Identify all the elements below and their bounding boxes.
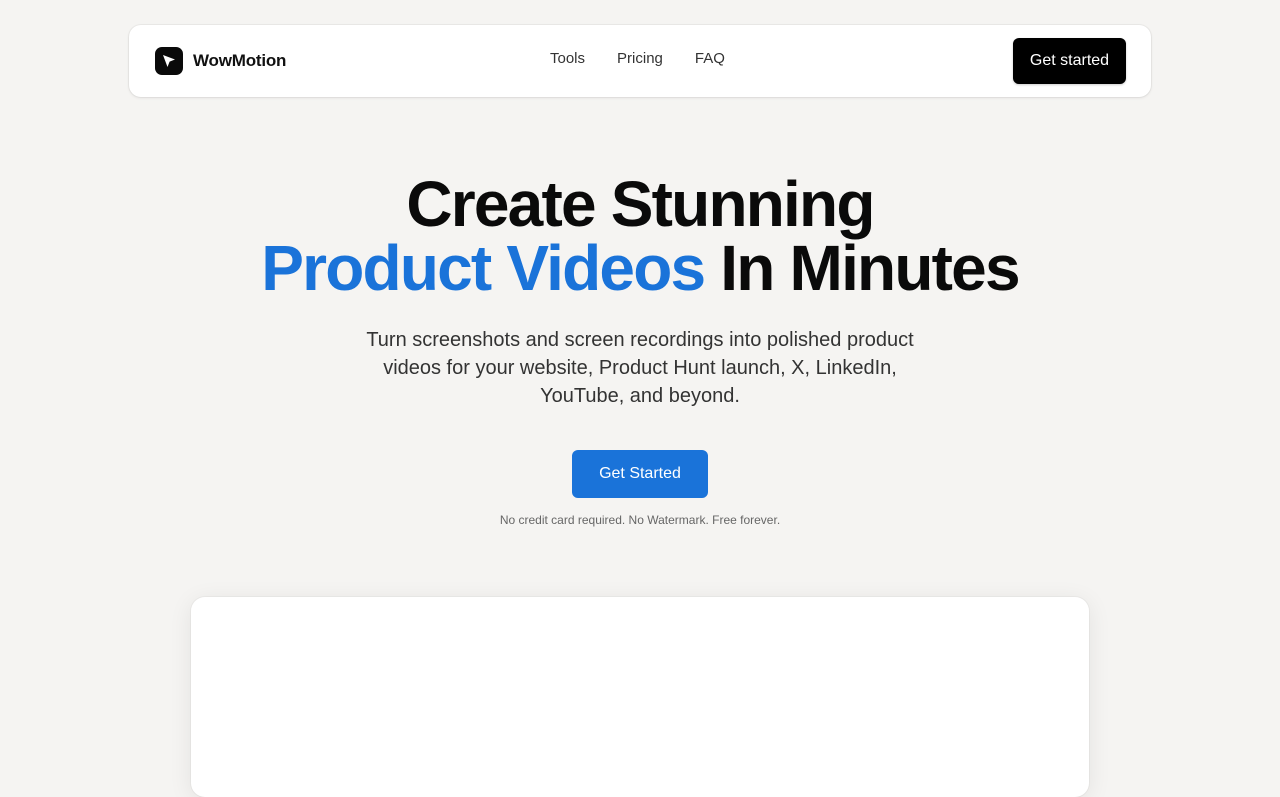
brand-link[interactable]: WowMotion [155,47,286,75]
navbar: WowMotion Tools Pricing FAQ Get started [129,25,1151,97]
nav-link-faq[interactable]: FAQ [695,49,725,69]
nav-get-started-button[interactable]: Get started [1013,38,1126,84]
hero-title-line1: Create Stunning [406,168,875,240]
hero-title-accent: Product Videos [261,232,706,304]
brand-name: WowMotion [193,51,287,70]
product-preview-card [191,597,1089,797]
hero-title: Create Stunning Product Videos In Minute… [0,172,1280,300]
cursor-arrow-icon [155,47,183,75]
nav-link-pricing[interactable]: Pricing [617,49,663,69]
hero-note: No credit card required. No Watermark. F… [499,513,781,527]
nav-link-tools[interactable]: Tools [550,49,585,69]
hero-get-started-button[interactable]: Get Started [572,450,708,498]
hero-title-rest: In Minutes [704,232,1020,304]
hero-subtitle: Turn screenshots and screen recordings i… [366,329,914,407]
hero-section: Create Stunning Product Videos In Minute… [0,172,1280,527]
nav-links: Tools Pricing FAQ [550,49,725,69]
